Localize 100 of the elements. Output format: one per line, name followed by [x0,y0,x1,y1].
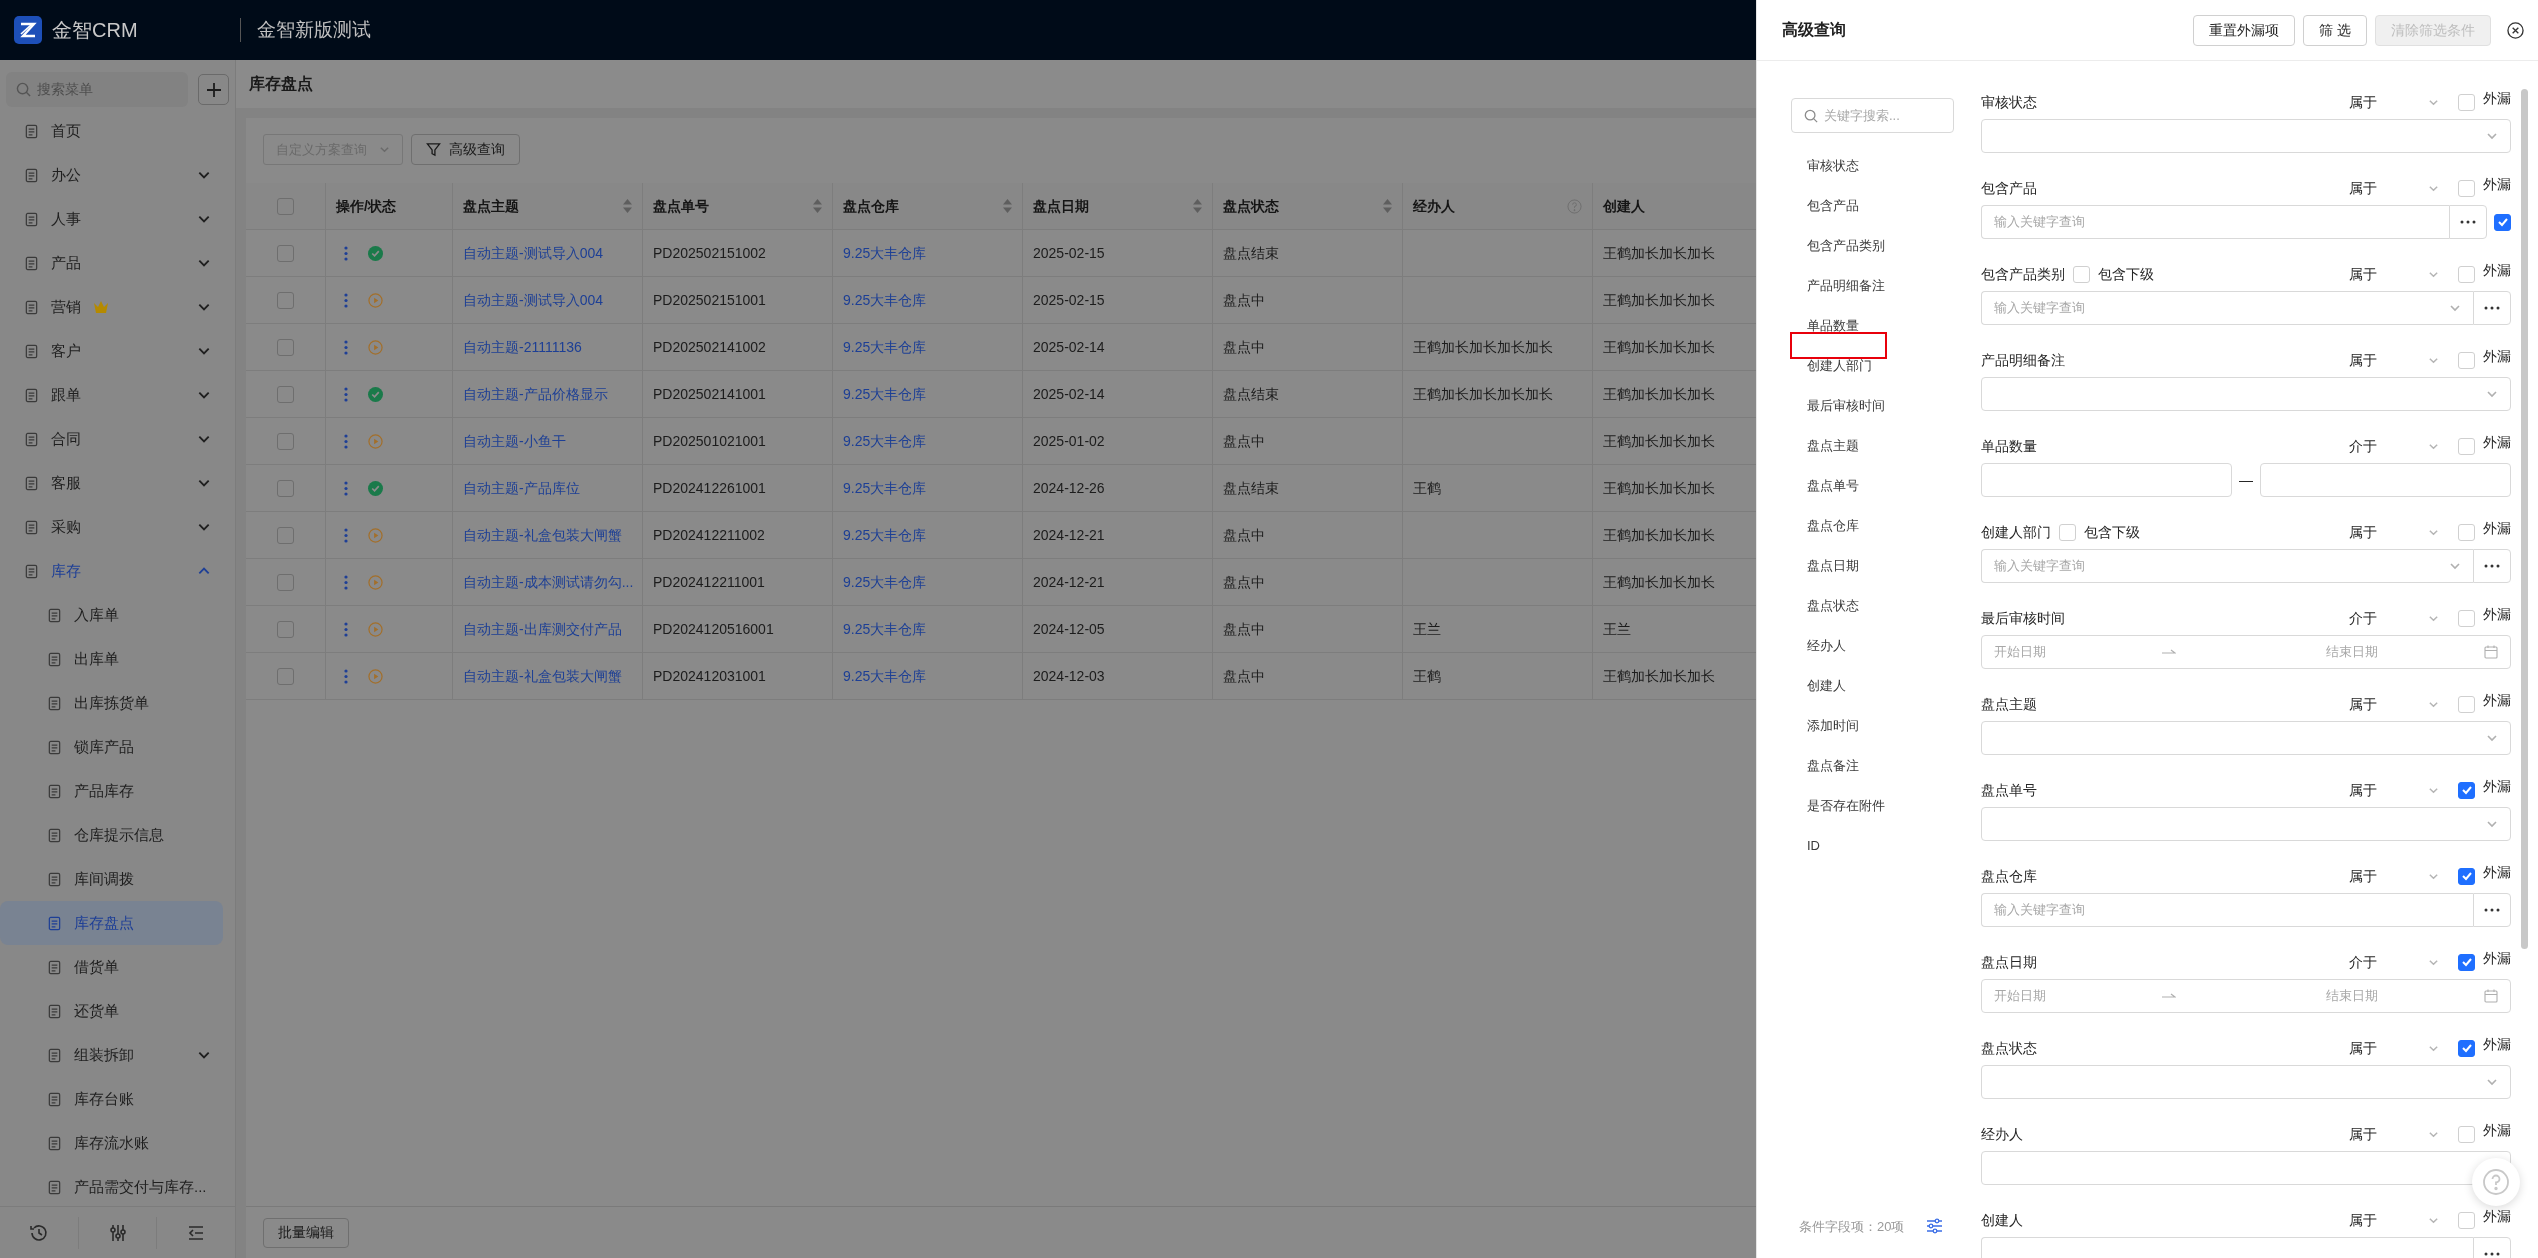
sidebar-item[interactable]: 出库单 [0,637,223,681]
sidebar-item[interactable]: 跟单 [0,373,223,417]
select-field[interactable] [1981,721,2511,755]
row-checkbox[interactable] [277,338,294,356]
operator-select[interactable]: 介于 [2349,951,2439,973]
operator-select[interactable]: 属于 [2349,1123,2439,1145]
field-list-item[interactable]: 包含产品类别 [1807,236,1885,256]
operator-select[interactable]: 属于 [2349,521,2439,543]
operator-select[interactable]: 属于 [2349,693,2439,715]
field-list-item[interactable]: 审核状态 [1807,156,1859,176]
field-list-item[interactable]: ID [1807,836,1820,856]
field-list-item[interactable]: 盘点日期 [1807,556,1859,576]
checkbox[interactable] [2458,781,2475,799]
checkbox[interactable] [2458,867,2475,885]
row-checkbox[interactable] [277,667,294,685]
more-vertical-icon[interactable] [344,621,348,637]
table-link[interactable]: 9.25大丰仓库 [843,618,927,640]
field-list-item[interactable]: 包含产品 [1807,196,1859,216]
table-link[interactable]: 自动主题-测试导入004 [463,242,604,264]
sidebar-item[interactable]: 组装拆卸 [0,1033,223,1077]
scrollbar-thumb[interactable] [2521,89,2528,949]
sliders-icon[interactable] [1926,1218,1944,1235]
select-field[interactable] [1981,807,2511,841]
table-link[interactable]: 9.25大丰仓库 [843,665,927,687]
row-checkbox[interactable] [277,479,294,497]
field-list-item[interactable]: 盘点状态 [1807,596,1859,616]
sidebar-item[interactable]: 办公 [0,153,223,197]
sidebar-item[interactable]: 首页 [0,109,223,153]
field-list-item[interactable]: 盘点备注 [1807,756,1859,776]
row-checkbox[interactable] [277,244,294,262]
field-list-item[interactable]: 创建人 [1807,676,1846,696]
operator-select[interactable]: 属于 [2349,865,2439,887]
checkbox[interactable] [2458,953,2475,971]
history-icon[interactable] [28,1222,49,1243]
field-list-item[interactable]: 单品数量 [1807,316,1859,336]
sidebar-item[interactable]: 锁库产品 [0,725,223,769]
table-link[interactable]: 自动主题-礼盒包装大闸蟹 [463,665,622,687]
field-list-item[interactable]: 盘点单号 [1807,476,1859,496]
operator-select[interactable]: 介于 [2349,435,2439,457]
checkbox[interactable] [2494,213,2511,231]
table-link[interactable]: 9.25大丰仓库 [843,242,927,264]
table-link[interactable]: 自动主题-出库测交付产品 [463,618,622,640]
toolbar-button[interactable]: 筛 选 [2303,14,2367,46]
sidebar-item[interactable]: 出库拣货单 [0,681,223,725]
field-list-item[interactable]: 是否存在附件 [1807,796,1885,816]
operator-select[interactable]: 属于 [2349,177,2439,199]
more-button[interactable] [2449,205,2487,239]
column-header[interactable]: 盘点日期 [1023,183,1213,229]
operator-select[interactable]: 属于 [2349,1037,2439,1059]
select-field[interactable] [1981,1065,2511,1099]
sidebar-item[interactable]: 库存流水账 [0,1121,223,1165]
table-link[interactable]: 自动主题-礼盒包装大闸蟹 [463,524,622,546]
more-vertical-icon[interactable] [344,339,348,355]
sidebar-item[interactable]: 产品需交付与库存... [0,1165,223,1206]
select-field[interactable]: 输入关键字查询 [1981,549,2473,583]
sidebar-item[interactable]: 库存台账 [0,1077,223,1121]
sidebar-item[interactable]: 库存 [0,549,223,593]
field-list-item[interactable]: 添加时间 [1807,716,1859,736]
more-button[interactable] [2473,291,2511,325]
operator-select[interactable]: 介于 [2349,607,2439,629]
table-link[interactable]: 自动主题-测试导入004 [463,289,604,311]
sidebar-item[interactable]: 产品库存 [0,769,223,813]
close-icon[interactable] [2507,21,2524,39]
field-list-item[interactable]: 创建人部门 [1807,356,1872,376]
table-link[interactable]: 9.25大丰仓库 [843,571,927,593]
table-link[interactable]: 9.25大丰仓库 [843,430,927,452]
more-vertical-icon[interactable] [344,386,348,402]
more-vertical-icon[interactable] [344,574,348,590]
more-vertical-icon[interactable] [344,292,348,308]
table-link[interactable]: 9.25大丰仓库 [843,477,927,499]
help-button[interactable] [2472,1158,2520,1206]
operator-select[interactable]: 属于 [2349,349,2439,371]
input-field[interactable] [1981,463,2232,497]
sidebar-item[interactable]: 采购 [0,505,223,549]
field-list-item[interactable]: 产品明细备注 [1807,276,1885,296]
sidebar-item[interactable]: 借货单 [0,945,223,989]
field-search-field[interactable]: 关键字搜索... [1791,98,1954,133]
row-checkbox[interactable] [277,573,294,591]
row-checkbox[interactable] [277,526,294,544]
column-header[interactable]: 盘点主题 [453,183,643,229]
sidebar-item[interactable]: 还货单 [0,989,223,1033]
select-field[interactable]: 输入关键字查询 [1981,291,2473,325]
sidebar-item[interactable]: 营销 [0,285,223,329]
more-vertical-icon[interactable] [344,433,348,449]
operator-select[interactable]: 属于 [2349,1209,2439,1231]
more-vertical-icon[interactable] [344,527,348,543]
sidebar-item[interactable]: 产品 [0,241,223,285]
sidebar-item[interactable]: 合同 [0,417,223,461]
sidebar-item[interactable]: 客户 [0,329,223,373]
column-header[interactable]: 盘点单号 [643,183,833,229]
input-field[interactable]: 输入关键字查询 [1981,205,2449,239]
sliders-icon[interactable] [107,1222,128,1243]
select-field[interactable] [1981,119,2511,153]
select-all-checkbox[interactable] [277,197,294,215]
table-link[interactable]: 自动主题-小鱼干 [463,430,566,452]
operator-select[interactable]: 属于 [2349,91,2439,113]
table-link[interactable]: 自动主题-21111136 [463,336,582,358]
row-checkbox[interactable] [277,385,294,403]
table-link[interactable]: 9.25大丰仓库 [843,524,927,546]
row-checkbox[interactable] [277,291,294,309]
